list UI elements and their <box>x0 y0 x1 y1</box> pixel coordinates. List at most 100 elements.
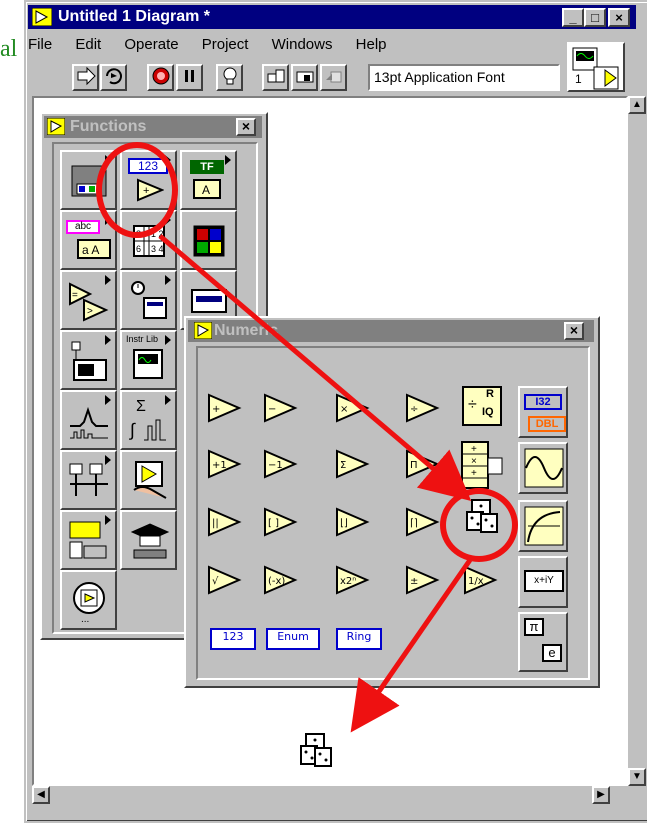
abort-button[interactable] <box>147 64 174 91</box>
highlight-execution-button[interactable] <box>216 64 243 91</box>
scroll-left-button[interactable]: ◀ <box>32 786 50 804</box>
palette-report-generation[interactable] <box>60 510 117 570</box>
palette-mathematics[interactable]: Σ ∫ <box>120 390 177 450</box>
run-button[interactable] <box>72 64 99 91</box>
step-over-button[interactable] <box>291 64 318 91</box>
add-array-function[interactable]: Σ <box>334 448 370 480</box>
divide-function[interactable]: ÷ <box>404 392 440 424</box>
palette-communication[interactable] <box>60 330 117 390</box>
palette-instrument-io[interactable]: Instr Lib <box>120 330 177 390</box>
ring-constant[interactable]: Ring <box>336 628 382 650</box>
menu-bar: File Edit Operate Project Windows Help <box>28 36 406 58</box>
scale-power-2-function[interactable]: x2ⁿ <box>334 564 370 596</box>
step-out-button[interactable] <box>320 64 347 91</box>
menu-operate[interactable]: Operate <box>124 36 178 53</box>
svg-text:=: = <box>72 290 78 301</box>
round-up-icon: ⌈⌉ <box>406 507 440 537</box>
run-continuously-button[interactable] <box>100 64 127 91</box>
menu-project[interactable]: Project <box>202 36 249 53</box>
round-up-function[interactable]: ⌈⌉ <box>404 506 440 538</box>
svg-text:A: A <box>202 183 210 197</box>
close-button[interactable]: × <box>608 8 630 27</box>
placed-random-number-dice-icon[interactable] <box>298 732 334 768</box>
palette-advanced[interactable] <box>60 450 117 510</box>
title-bar[interactable]: Untitled 1 Diagram * _ □ × <box>28 5 636 29</box>
enum-constant[interactable]: Enum <box>266 628 320 650</box>
maximize-button[interactable]: □ <box>584 8 606 27</box>
integral-icon: ∫ <box>128 419 166 441</box>
step-into-button[interactable] <box>262 64 289 91</box>
logarithmic-subpalette[interactable] <box>518 500 568 552</box>
constants-subpalette[interactable]: π e <box>518 612 568 672</box>
scroll-down-button[interactable]: ▼ <box>628 768 646 786</box>
palette-tutorial[interactable] <box>120 510 177 570</box>
svg-text:(-x): (-x) <box>268 576 285 587</box>
functions-close-button[interactable]: × <box>236 118 256 136</box>
menu-help[interactable]: Help <box>356 36 387 53</box>
vi-icon[interactable]: 1 <box>567 42 625 92</box>
menu-file[interactable]: File <box>28 36 52 53</box>
string-constant-label: abc <box>66 220 100 234</box>
labview-icon <box>194 322 212 339</box>
conversion-subpalette[interactable]: I32 DBL <box>518 386 568 438</box>
subtract-function[interactable]: − <box>262 392 298 424</box>
submenu-arrow-icon <box>105 515 111 525</box>
square-root-function[interactable]: √ <box>206 564 242 596</box>
numeric-palette-title-bar[interactable]: Numeric × <box>188 320 594 342</box>
svg-text:1/x: 1/x <box>468 576 484 587</box>
numeric-constant[interactable]: 123 <box>210 628 256 650</box>
analysis-waveform-icon <box>70 406 108 439</box>
minimize-button[interactable]: _ <box>562 8 584 27</box>
menu-windows[interactable]: Windows <box>272 36 333 53</box>
svg-text:+: + <box>212 404 220 415</box>
dbl-label: DBL <box>528 416 566 432</box>
remainder-label: R <box>486 388 494 400</box>
scroll-up-button[interactable]: ▲ <box>628 96 646 114</box>
palette-analysis[interactable] <box>60 390 117 450</box>
labview-icon <box>47 118 65 135</box>
absolute-function[interactable]: || <box>206 506 242 538</box>
decrement-icon: −1 <box>264 449 298 479</box>
svg-text:Π: Π <box>410 460 418 471</box>
menu-edit[interactable]: Edit <box>75 36 101 53</box>
absolute-icon: || <box>208 507 242 537</box>
functions-palette-title-bar[interactable]: Functions × <box>44 116 262 138</box>
palette-time-dialog[interactable] <box>120 270 177 330</box>
decrement-function[interactable]: −1 <box>262 448 298 480</box>
submenu-arrow-icon <box>165 335 171 345</box>
palette-cluster[interactable] <box>180 210 237 270</box>
round-nearest-function[interactable]: [ ] <box>262 506 298 538</box>
step-over-icon <box>296 71 313 83</box>
numeric-close-button[interactable]: × <box>564 322 584 340</box>
negate-function[interactable]: (-x) <box>262 564 298 596</box>
add-function[interactable]: + <box>206 392 242 424</box>
submenu-arrow-icon <box>105 455 111 465</box>
palette-comparison[interactable]: = > <box>60 270 117 330</box>
submenu-arrow-icon <box>165 275 171 285</box>
scroll-right-button[interactable]: ▶ <box>592 786 610 804</box>
increment-function[interactable]: +1 <box>206 448 242 480</box>
numeric-title: Numeric <box>214 322 279 339</box>
multiply-array-function[interactable]: Π <box>404 448 440 480</box>
highlight-circle-numeric <box>96 142 178 238</box>
palette-user-libraries[interactable]: ... <box>60 570 117 630</box>
highlight-circle-random <box>440 488 518 562</box>
sign-function[interactable]: ± <box>404 564 440 596</box>
vertical-scrollbar[interactable]: ▲ ▼ <box>628 96 646 786</box>
multiply-function[interactable]: × <box>334 392 370 424</box>
horizontal-scrollbar[interactable]: ◀ ▶ <box>32 786 628 804</box>
instr-lib-label: Instr Lib <box>126 334 159 344</box>
round-nearest-icon: [ ] <box>264 507 298 537</box>
pause-button[interactable] <box>176 64 203 91</box>
trigonometric-subpalette[interactable] <box>518 442 568 494</box>
reciprocal-function[interactable]: 1/x <box>462 564 498 596</box>
palette-boolean[interactable]: TF A <box>180 150 237 210</box>
divide-icon: ÷ <box>406 393 440 423</box>
quotient-remainder-function[interactable]: ÷ R IQ <box>462 386 502 426</box>
round-down-function[interactable]: ⌊⌋ <box>334 506 370 538</box>
compound-arithmetic-function[interactable]: +×+ <box>458 440 506 490</box>
complex-subpalette[interactable]: x+iY <box>518 556 568 608</box>
font-selector[interactable]: 13pt Application Font <box>368 64 560 91</box>
palette-select-vi[interactable] <box>120 450 177 510</box>
submenu-arrow-icon <box>105 335 111 345</box>
